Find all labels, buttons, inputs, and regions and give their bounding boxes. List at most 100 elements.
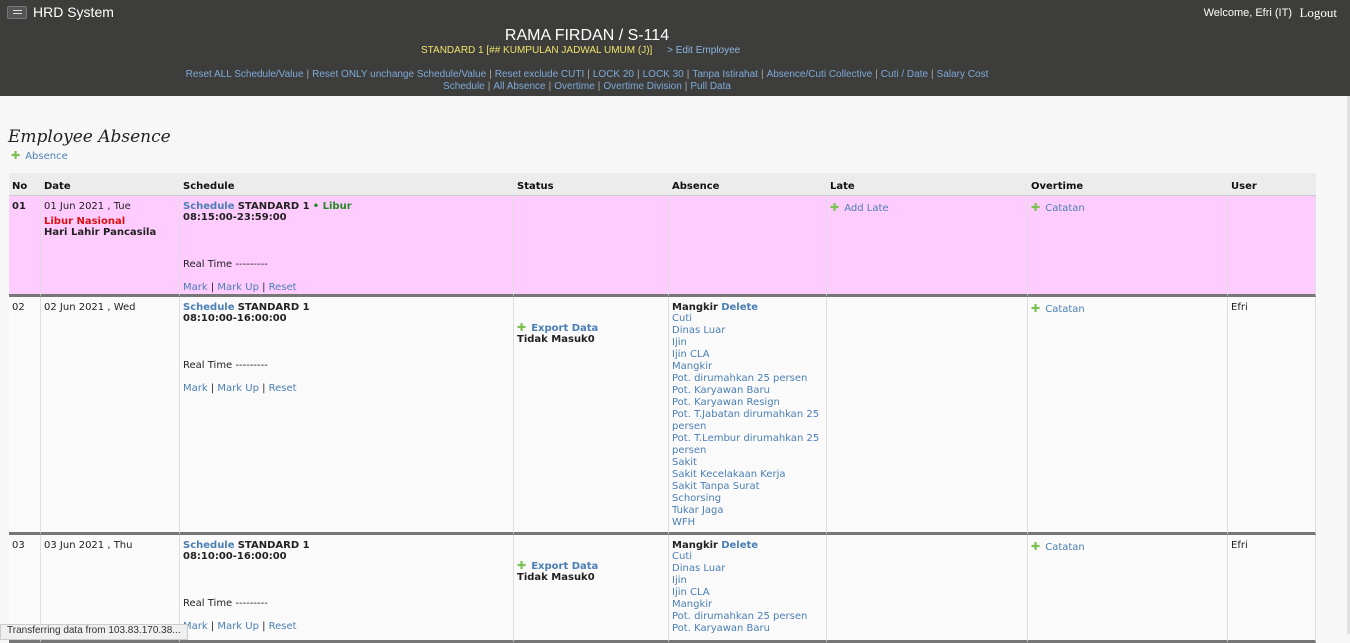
schedule-name: STANDARD 1 bbox=[237, 302, 310, 313]
plus-icon: ✚ bbox=[1031, 201, 1041, 214]
absence-options: Cuti Dinas Luar Ijin Ijin CLA Mangkir Pot. di… bbox=[672, 551, 823, 635]
col-status: Status bbox=[514, 173, 669, 196]
absence-option-link[interactable]: Pot. Karyawan Baru bbox=[672, 623, 823, 635]
absence-option-link[interactable]: Sakit Tanpa Surat bbox=[672, 481, 823, 493]
reset-link[interactable]: Reset bbox=[269, 282, 297, 293]
plus-icon: ✚ bbox=[11, 149, 21, 162]
absence-option-link[interactable]: Cuti bbox=[672, 313, 823, 325]
col-absence: Absence bbox=[669, 173, 827, 196]
col-overtime: Overtime bbox=[1028, 173, 1228, 196]
nav-separator: | bbox=[587, 69, 590, 80]
absence-options: Cuti Dinas Luar Ijin Ijin CLA Mangkir Pot. di… bbox=[672, 313, 823, 529]
row-late bbox=[827, 297, 1028, 535]
logout-link[interactable]: Logout bbox=[1299, 5, 1337, 21]
absence-option-link[interactable]: Ijin CLA bbox=[672, 349, 823, 361]
absence-option-link[interactable]: Pot. dirumahkan 25 persen bbox=[672, 611, 823, 623]
absence-option-link[interactable]: Ijin bbox=[672, 337, 823, 349]
brand[interactable]: HRD System bbox=[7, 4, 114, 20]
reset-link[interactable]: Reset bbox=[269, 621, 297, 632]
absence-option-link[interactable]: WFH bbox=[672, 517, 823, 529]
schedule-link[interactable]: Schedule bbox=[183, 302, 235, 313]
catatan-link[interactable]: Catatan bbox=[1045, 304, 1085, 315]
schedule-extra: • Libur bbox=[312, 201, 352, 212]
mark-up-link[interactable]: Mark Up bbox=[217, 621, 259, 632]
absence-option-link[interactable]: Ijin bbox=[672, 575, 823, 587]
nav-separator: | bbox=[686, 69, 690, 80]
plus-icon: ✚ bbox=[517, 321, 527, 334]
schedule-link[interactable]: Schedule bbox=[183, 201, 235, 212]
absence-option-link[interactable]: Dinas Luar bbox=[672, 563, 823, 575]
absence-option-link[interactable]: Sakit bbox=[672, 457, 823, 469]
schedule-time: 08:10:00-16:00:00 bbox=[183, 313, 287, 324]
employee-name: RAMA FIRDAN / S-114 bbox=[504, 27, 670, 44]
row-absence: Mangkir Delete Cuti Dinas Luar Ijin Ijin CL… bbox=[669, 535, 827, 643]
nav-row1-link[interactable]: Reset exclude CUTI bbox=[495, 69, 584, 80]
mark-up-link[interactable]: Mark Up bbox=[217, 383, 259, 394]
plus-icon: ✚ bbox=[1031, 540, 1041, 553]
real-time: Real Time --------- bbox=[183, 598, 268, 609]
nav-row2-link[interactable]: Overtime Division bbox=[603, 81, 681, 92]
absence-option-link[interactable]: Mangkir bbox=[672, 361, 823, 373]
absence-option-link[interactable]: Ijin CLA bbox=[672, 587, 823, 599]
nav-separator: | bbox=[637, 69, 640, 80]
absence-option-link[interactable]: Pot. dirumahkan 25 persen bbox=[672, 373, 823, 385]
status-text: Tidak Masuk0 bbox=[517, 572, 595, 583]
edit-employee-link[interactable]: > Edit Employee bbox=[667, 45, 740, 56]
nav-row1-link[interactable]: Cuti / Date bbox=[881, 69, 928, 80]
nav-row2-link[interactable]: Overtime bbox=[554, 81, 595, 92]
absence-option-link[interactable]: Pot. T.Lembur dirumahkan 25 persen bbox=[672, 433, 823, 457]
absence-option-link[interactable]: Schorsing bbox=[672, 493, 823, 505]
add-late-link[interactable]: Add Late bbox=[844, 203, 888, 214]
nav-row1-link[interactable]: LOCK 20 bbox=[593, 69, 634, 80]
absence-current: Mangkir bbox=[672, 302, 718, 313]
row-no: 02 bbox=[9, 297, 41, 535]
absence-option-link[interactable]: Pot. Karyawan Resign bbox=[672, 397, 823, 409]
nav-row1-link[interactable]: Absence/Cuti Collective bbox=[767, 69, 873, 80]
nav-row2-link[interactable]: Schedule bbox=[443, 81, 485, 92]
nav-row1-link[interactable]: Tanpa Istirahat bbox=[692, 69, 758, 80]
absence-option-link[interactable]: Sakit Kecelakaan Kerja bbox=[672, 469, 823, 481]
nav-row1-link[interactable]: LOCK 30 bbox=[643, 69, 684, 80]
nav-separator: | bbox=[875, 69, 878, 80]
export-data-link[interactable]: Export Data bbox=[531, 323, 598, 334]
app-title[interactable]: HRD System bbox=[33, 4, 114, 20]
catatan-link[interactable]: Catatan bbox=[1045, 203, 1085, 214]
absence-option-link[interactable]: Pot. T.Jabatan dirumahkan 25 persen bbox=[672, 409, 823, 433]
nav-row1-link[interactable]: Reset ALL Schedule/Value bbox=[186, 69, 304, 80]
absence-option-link[interactable]: Dinas Luar bbox=[672, 325, 823, 337]
reset-link[interactable]: Reset bbox=[269, 383, 297, 394]
add-absence-label[interactable]: Absence bbox=[25, 151, 68, 162]
nav-row1-link[interactable]: Reset ONLY unchange Schedule/Value bbox=[312, 69, 486, 80]
row-overtime: ✚ Catatan bbox=[1028, 196, 1228, 297]
nav-row2-link[interactable]: Pull Data bbox=[690, 81, 731, 92]
table-row: 02 02 Jun 2021 , Wed Schedule STANDARD 1… bbox=[9, 297, 1316, 535]
row-absence bbox=[669, 196, 827, 297]
mark-up-link[interactable]: Mark Up bbox=[217, 282, 259, 293]
nav-row2-link[interactable]: All Absence bbox=[493, 81, 545, 92]
catatan-link[interactable]: Catatan bbox=[1045, 542, 1085, 553]
absence-current: Mangkir bbox=[672, 540, 718, 551]
row-overtime: ✚ Catatan bbox=[1028, 297, 1228, 535]
schedule-time: 08:10:00-16:00:00 bbox=[183, 551, 287, 562]
row-user: Efri bbox=[1228, 535, 1316, 643]
export-data-link[interactable]: Export Data bbox=[531, 561, 598, 572]
absence-option-link[interactable]: Pot. Karyawan Baru bbox=[672, 385, 823, 397]
row-late bbox=[827, 535, 1028, 643]
holiday-label: Libur Nasional bbox=[44, 216, 126, 227]
mark-link[interactable]: Mark bbox=[183, 383, 208, 394]
row-user bbox=[1228, 196, 1316, 297]
add-absence-link[interactable]: ✚ Absence bbox=[11, 149, 68, 162]
delete-link[interactable]: Delete bbox=[721, 302, 758, 313]
nav-separator: | bbox=[548, 81, 552, 92]
menu-toggle-icon[interactable] bbox=[7, 5, 27, 19]
col-schedule: Schedule bbox=[180, 173, 514, 196]
absence-option-link[interactable]: Tukar Jaga bbox=[672, 505, 823, 517]
absence-option-link[interactable]: Cuti bbox=[672, 551, 823, 563]
mark-link[interactable]: Mark bbox=[183, 282, 208, 293]
delete-link[interactable]: Delete bbox=[721, 540, 758, 551]
row-status bbox=[514, 196, 669, 297]
schedule-link[interactable]: Schedule bbox=[183, 540, 235, 551]
date-text: 02 Jun 2021 , Wed bbox=[44, 302, 136, 313]
nav-row1-link[interactable]: Salary Cost bbox=[937, 69, 989, 80]
absence-option-link[interactable]: Mangkir bbox=[672, 599, 823, 611]
